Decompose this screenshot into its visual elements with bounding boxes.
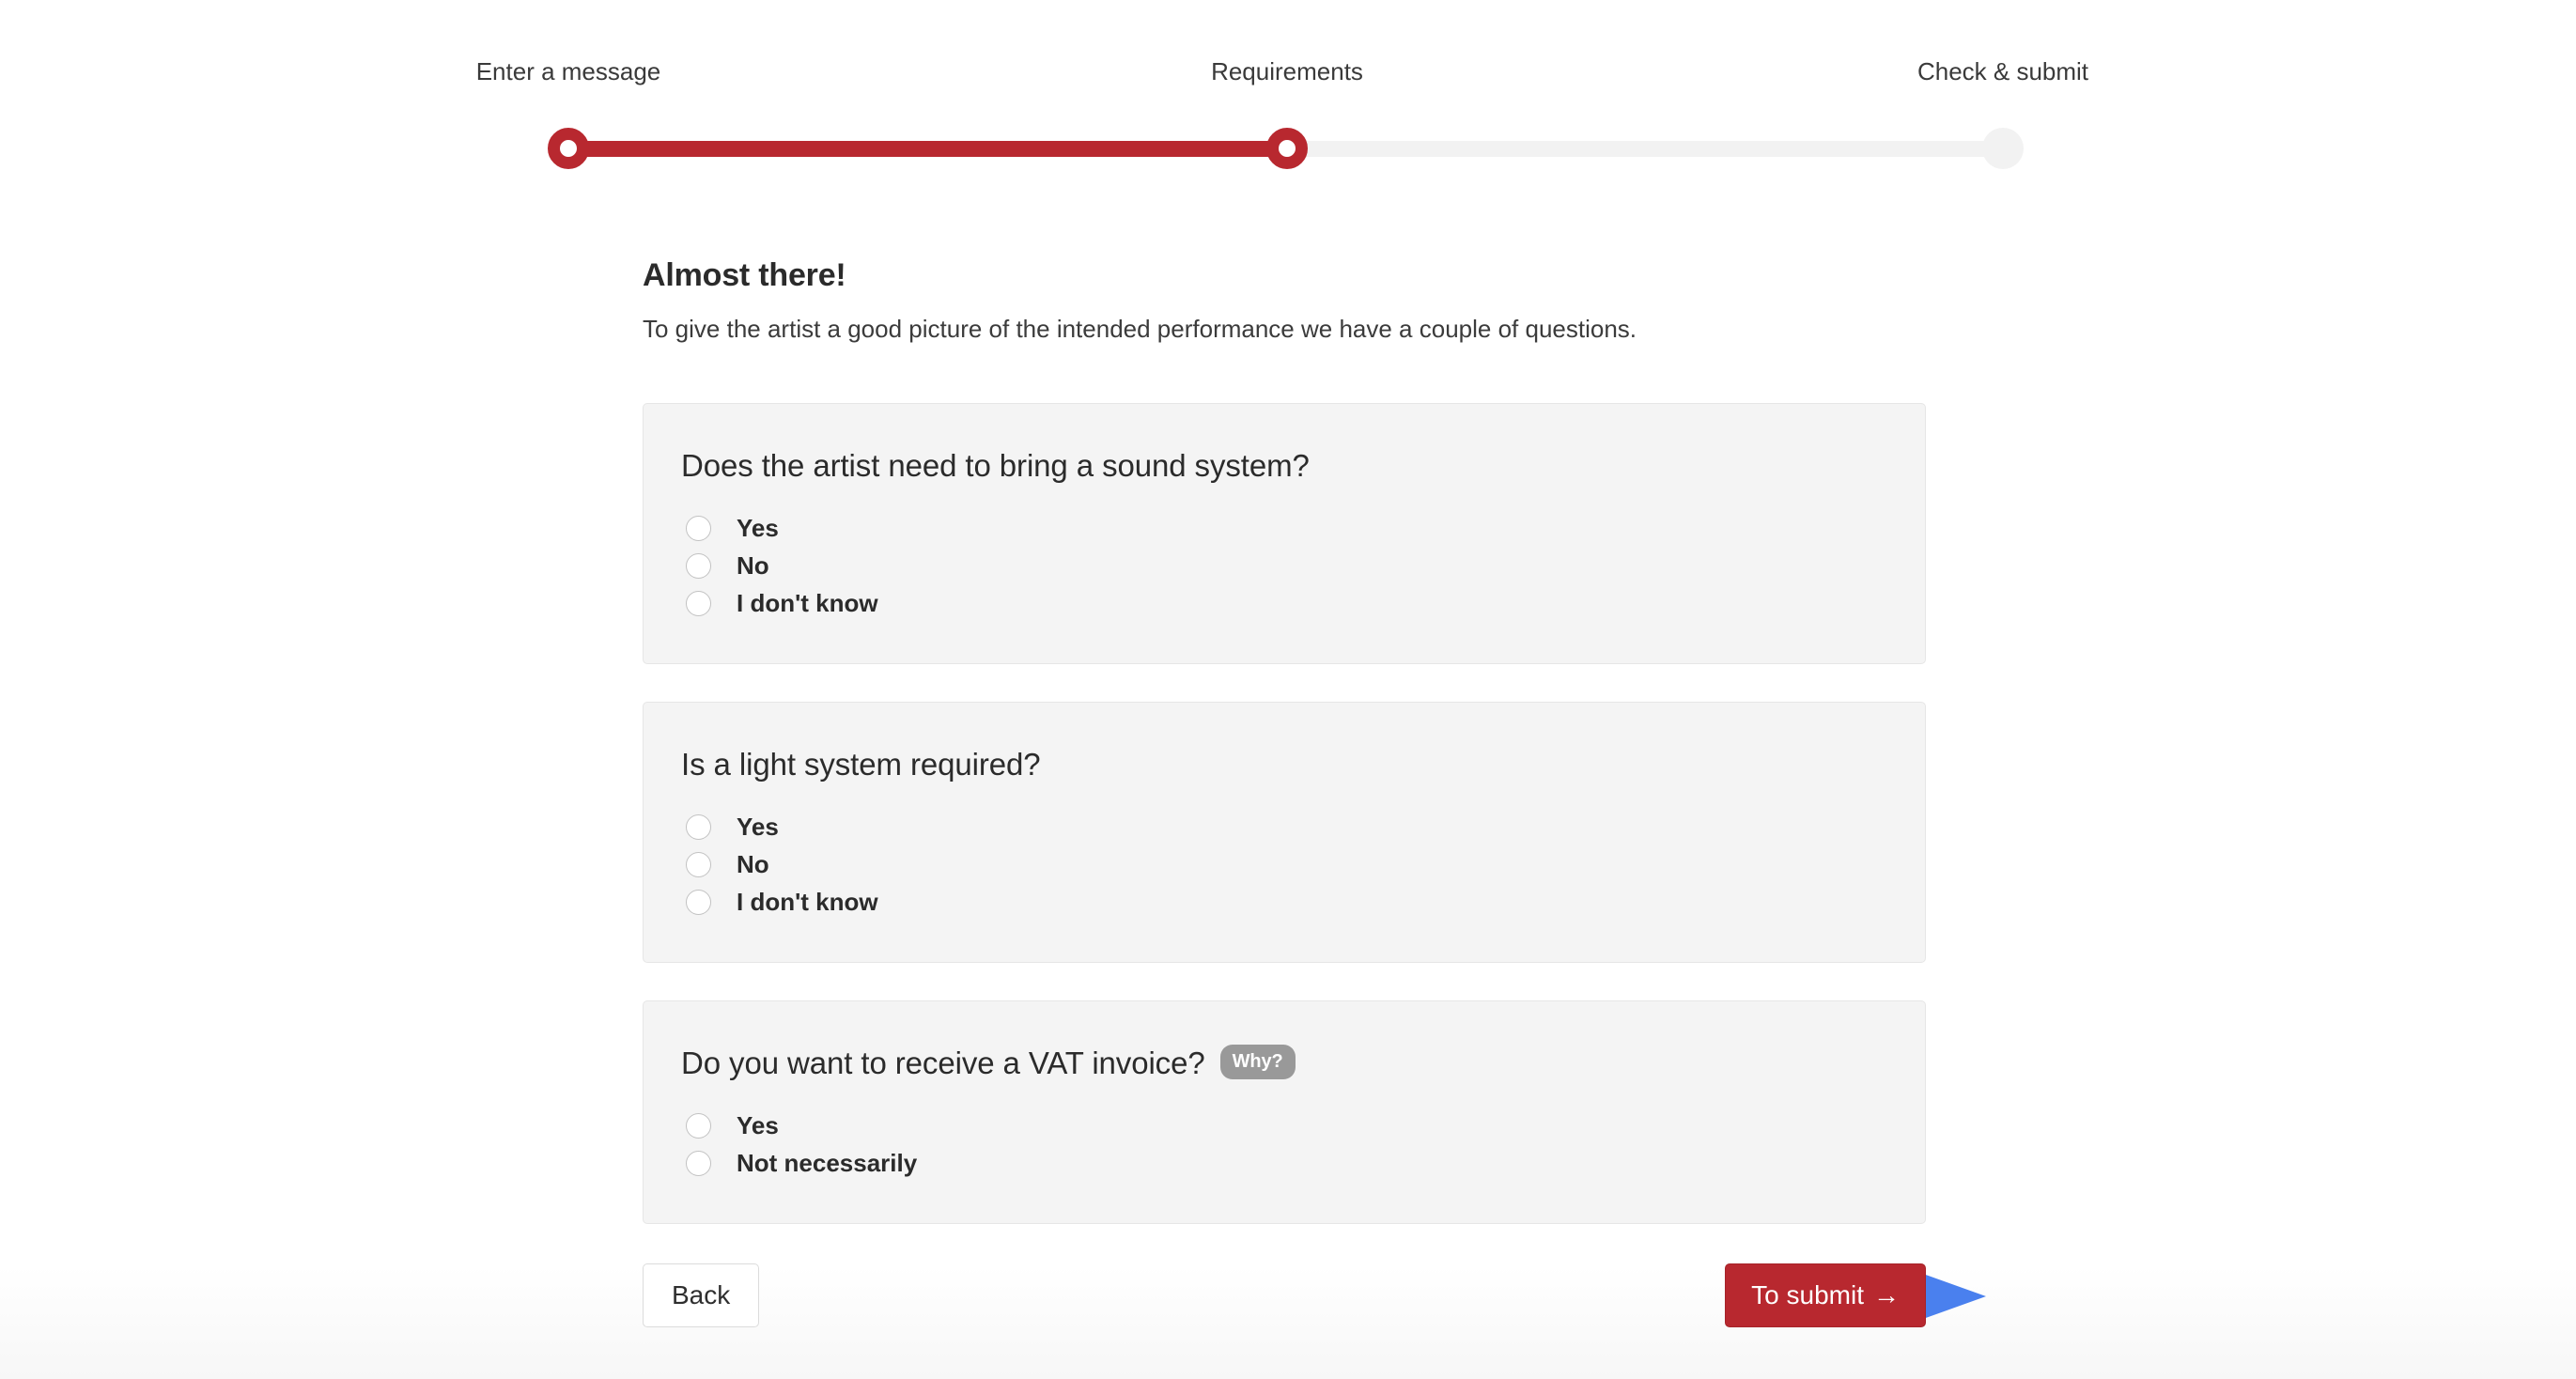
radio-icon[interactable] bbox=[686, 1112, 711, 1139]
question-title: Is a light system required? bbox=[681, 746, 1887, 783]
option-label: Yes bbox=[737, 813, 779, 841]
step-label-enter-a-message: Enter a message bbox=[475, 57, 661, 85]
option-row-no[interactable]: No bbox=[681, 845, 1887, 883]
question-title-text: Is a light system required? bbox=[681, 747, 1041, 782]
option-row-yes[interactable]: Yes bbox=[681, 509, 1887, 547]
question-title-text: Do you want to receive a VAT invoice? bbox=[681, 1046, 1205, 1080]
option-row-i-dont-know[interactable]: I don't know bbox=[681, 883, 1887, 921]
question-title: Does the artist need to bring a sound sy… bbox=[681, 447, 1887, 485]
progress-stepper: Enter a message Requirements Check & sub… bbox=[476, 56, 2088, 169]
stepper-track-progress bbox=[568, 141, 1287, 157]
form-actions: Back To submit → bbox=[643, 1263, 1986, 1329]
option-label: Not necessarily bbox=[737, 1149, 918, 1177]
to-submit-button[interactable]: To submit → bbox=[1725, 1263, 1926, 1327]
option-label: I don't know bbox=[737, 589, 878, 617]
question-title-text: Does the artist need to bring a sound sy… bbox=[681, 448, 1310, 483]
arrow-right-icon: → bbox=[1873, 1280, 1900, 1309]
why-badge[interactable]: Why? bbox=[1219, 1044, 1296, 1079]
radio-icon[interactable] bbox=[686, 515, 711, 541]
radio-icon[interactable] bbox=[686, 1150, 711, 1176]
back-button[interactable]: Back bbox=[643, 1263, 760, 1327]
radio-icon[interactable] bbox=[686, 889, 711, 915]
option-label: No bbox=[737, 850, 769, 878]
option-label: No bbox=[737, 551, 769, 580]
stepper-node-check-and-submit[interactable] bbox=[1982, 128, 2024, 169]
radio-icon[interactable] bbox=[686, 552, 711, 579]
question-card-vat-invoice: Do you want to receive a VAT invoice? Wh… bbox=[643, 1000, 1926, 1224]
to-submit-button-label: To submit bbox=[1751, 1280, 1864, 1309]
question-card-sound-system: Does the artist need to bring a sound sy… bbox=[643, 403, 1926, 664]
step-label-requirements: Requirements bbox=[1211, 57, 1363, 85]
question-title: Do you want to receive a VAT invoice? Wh… bbox=[681, 1044, 1887, 1082]
page-title: Almost there! bbox=[643, 257, 846, 293]
stepper-node-requirements[interactable] bbox=[1266, 128, 1308, 169]
option-row-no[interactable]: No bbox=[681, 547, 1887, 584]
step-label-check-and-submit: Check & submit bbox=[1916, 57, 2089, 85]
option-row-yes[interactable]: Yes bbox=[681, 1107, 1887, 1144]
option-label: Yes bbox=[737, 1111, 779, 1139]
stepper-track bbox=[545, 122, 2029, 175]
main-content: Almost there! To give the artist a good … bbox=[643, 256, 1986, 1329]
option-row-i-dont-know[interactable]: I don't know bbox=[681, 584, 1887, 622]
radio-icon[interactable] bbox=[686, 813, 711, 840]
radio-icon[interactable] bbox=[686, 851, 711, 877]
option-row-yes[interactable]: Yes bbox=[681, 808, 1887, 845]
option-label: I don't know bbox=[737, 888, 878, 916]
page-root: Enter a message Requirements Check & sub… bbox=[0, 0, 2576, 1379]
question-card-light-system: Is a light system required? Yes No I don… bbox=[643, 702, 1926, 963]
option-row-not-necessarily[interactable]: Not necessarily bbox=[681, 1144, 1887, 1182]
page-subtitle: To give the artist a good picture of the… bbox=[643, 315, 1637, 343]
stepper-labels: Enter a message Requirements Check & sub… bbox=[476, 56, 2088, 98]
radio-icon[interactable] bbox=[686, 590, 711, 616]
stepper-node-enter-a-message[interactable] bbox=[548, 128, 589, 169]
option-label: Yes bbox=[737, 514, 779, 542]
